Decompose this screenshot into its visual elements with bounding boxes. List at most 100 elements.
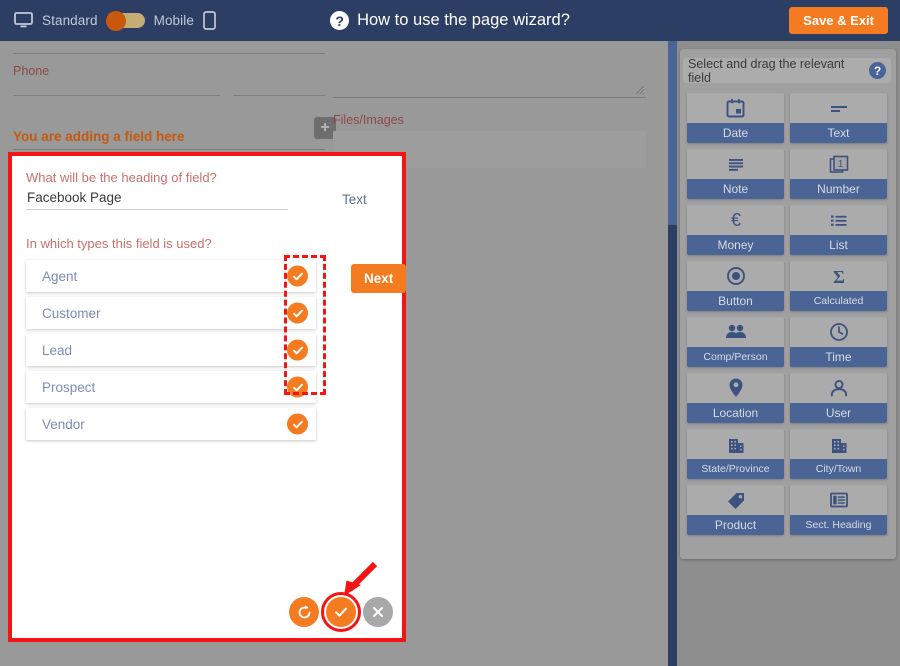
field-type-city-town[interactable]: City/Town	[790, 429, 887, 479]
field-type-label: State/Province	[687, 459, 784, 479]
radio-circle-icon	[687, 261, 784, 291]
field-type-money[interactable]: € Money	[687, 205, 784, 255]
save-and-exit-button[interactable]: Save & Exit	[789, 7, 888, 34]
plus-icon: +	[320, 119, 330, 136]
sidebar-scrollbar-thumb[interactable]	[668, 41, 677, 225]
field-type-location[interactable]: Location	[687, 373, 784, 423]
clock-icon	[790, 317, 887, 347]
reset-button[interactable]	[289, 597, 319, 627]
map-pin-icon	[687, 373, 784, 403]
list-item[interactable]: Prospect	[26, 371, 316, 403]
field-type-label: Product	[687, 515, 784, 535]
top-toolbar: Standard Mobile ? How to use the page wi…	[0, 0, 900, 41]
help-text: How to use the page wizard?	[357, 11, 570, 29]
list-item[interactable]: Customer	[26, 297, 316, 329]
list-icon	[790, 205, 887, 235]
sigma-icon: Σ	[790, 261, 887, 291]
field-type-label: Location	[687, 403, 784, 423]
field-type-label: User	[790, 403, 887, 423]
notes-textarea[interactable]	[333, 41, 646, 98]
types-question-label: In which types this field is used?	[26, 236, 212, 251]
resize-grip-icon	[635, 85, 645, 95]
check-icon	[292, 420, 303, 428]
type-option-checkbox[interactable]	[287, 302, 308, 324]
close-x-icon	[373, 607, 383, 617]
next-button[interactable]: Next	[351, 264, 407, 293]
field-type-date[interactable]: Date	[687, 93, 784, 143]
adding-field-notice: You are adding a field here	[13, 129, 185, 144]
type-option-label: Agent	[42, 268, 78, 284]
phone-input-secondary[interactable]	[233, 95, 325, 96]
field-type-label: Button	[687, 291, 784, 311]
type-option-label: Prospect	[42, 379, 96, 395]
field-type-button[interactable]: Button	[687, 261, 784, 311]
type-option-checkbox[interactable]	[287, 339, 308, 361]
check-icon	[292, 346, 303, 354]
field-palette-sidebar: Select and drag the relevant field ? Dat…	[677, 41, 900, 666]
cancel-button[interactable]	[363, 597, 393, 627]
page-wizard-help[interactable]: ? How to use the page wizard?	[0, 11, 900, 30]
field-type-calculated[interactable]: Σ Calculated	[790, 261, 887, 311]
reset-circular-arrow-icon	[298, 604, 310, 618]
check-icon	[292, 383, 303, 391]
list-item[interactable]: Agent	[26, 260, 316, 292]
phone-input-primary[interactable]	[13, 95, 220, 96]
palette-tip-text: Select and drag the relevant field	[688, 56, 845, 85]
field-type-text[interactable]: Text	[790, 93, 887, 143]
form-field-divider	[13, 53, 325, 54]
wizard-action-bar	[289, 592, 393, 632]
type-option-checkbox[interactable]	[287, 376, 308, 398]
field-type-label: Comp/Person	[687, 347, 784, 367]
check-icon	[292, 309, 303, 317]
svg-text:€: €	[730, 210, 740, 230]
confirm-button[interactable]	[321, 592, 361, 632]
field-heading-input[interactable]	[26, 189, 288, 210]
calendar-icon	[687, 93, 784, 123]
type-option-checkbox[interactable]	[287, 413, 308, 435]
field-type-comp-person[interactable]: Comp/Person	[687, 317, 784, 367]
check-icon	[335, 607, 347, 617]
field-type-sect-heading[interactable]: Sect. Heading	[790, 485, 887, 535]
heading-question-label: What will be the heading of field?	[26, 170, 217, 185]
section-heading-icon	[790, 485, 887, 515]
check-icon	[292, 272, 303, 280]
type-option-label: Vendor	[42, 416, 85, 432]
euro-icon: €	[687, 205, 784, 235]
field-type-label: Money	[687, 235, 784, 255]
text-lines-icon	[790, 93, 887, 123]
field-type-time[interactable]: Time	[790, 317, 887, 367]
type-option-label: Lead	[42, 342, 73, 358]
field-type-note[interactable]: Note	[687, 149, 784, 199]
field-type-indicator: Text	[342, 192, 367, 207]
question-mark-icon: ?	[330, 11, 350, 30]
field-type-label: Note	[687, 179, 784, 199]
note-lines-icon	[687, 149, 784, 179]
field-type-product[interactable]: Product	[687, 485, 784, 535]
adding-field-divider	[13, 149, 325, 150]
building-icon	[790, 429, 887, 459]
svg-text:Σ: Σ	[833, 267, 845, 287]
field-type-label: Number	[790, 179, 887, 199]
number-stack-icon: 1	[790, 149, 887, 179]
list-item[interactable]: Lead	[26, 334, 316, 366]
field-type-label: Text	[790, 123, 887, 143]
field-type-label: Calculated	[790, 291, 887, 311]
page-root: Standard Mobile ? How to use the page wi…	[0, 0, 900, 666]
person-icon	[790, 373, 887, 403]
type-option-list: Agent Customer Lead Prospect Vendor	[26, 260, 316, 445]
list-item[interactable]: Vendor	[26, 408, 316, 440]
field-type-label: Time	[790, 347, 887, 367]
field-type-user[interactable]: User	[790, 373, 887, 423]
phone-field-label: Phone	[13, 64, 50, 78]
tag-icon	[687, 485, 784, 515]
field-type-label: Sect. Heading	[790, 515, 887, 535]
field-wizard-modal: What will be the heading of field? Text …	[8, 152, 407, 642]
field-type-list[interactable]: List	[790, 205, 887, 255]
field-type-label: List	[790, 235, 887, 255]
field-type-label: City/Town	[790, 459, 887, 479]
question-mark-icon[interactable]: ?	[869, 62, 886, 79]
type-option-checkbox[interactable]	[287, 265, 308, 287]
field-type-state-province[interactable]: State/Province	[687, 429, 784, 479]
svg-text:1: 1	[837, 159, 843, 170]
field-type-number[interactable]: 1 Number	[790, 149, 887, 199]
